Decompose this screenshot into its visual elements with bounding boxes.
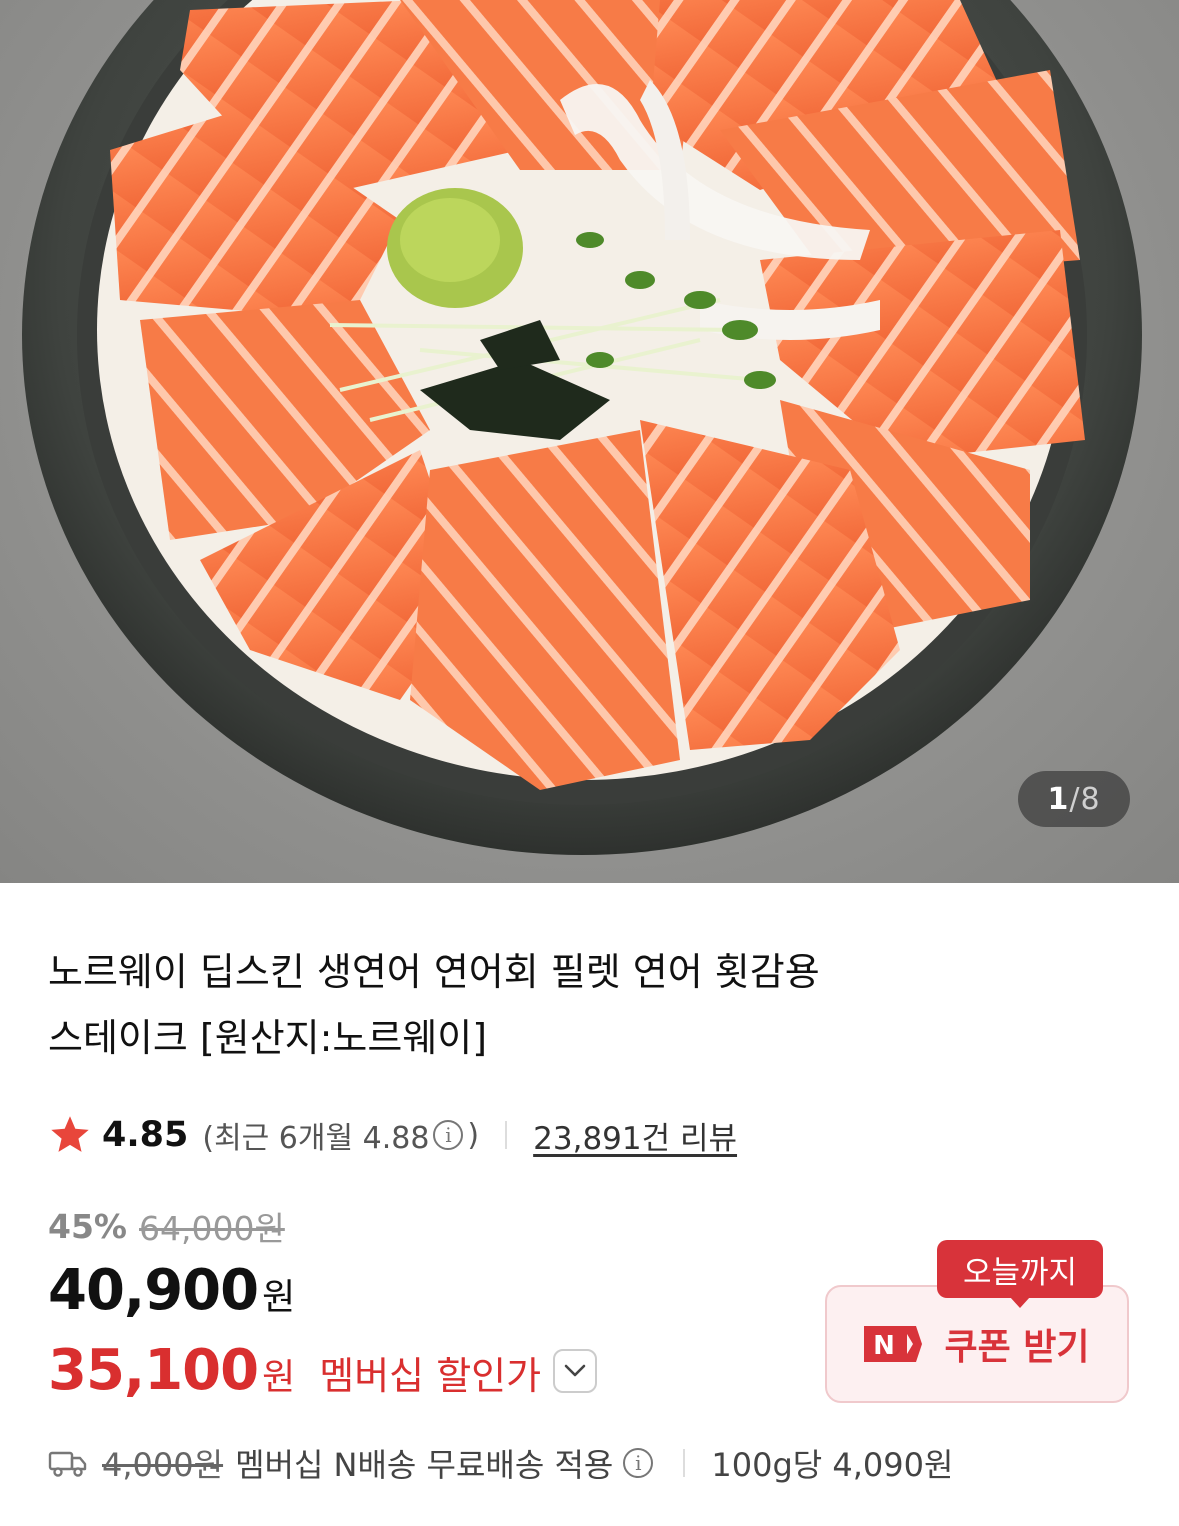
chevron-down-icon [564, 1364, 586, 1376]
divider [505, 1121, 508, 1149]
star-icon [51, 1116, 89, 1152]
sale-price-number: 40,900 [48, 1258, 259, 1323]
original-price: 64,000원 [139, 1209, 285, 1248]
discount-row: 45% 64,000원 [48, 1202, 285, 1250]
recent-rating: (최근 6개월 4.88 i ) [202, 1113, 479, 1157]
product-title-line1: 노르웨이 딥스킨 생연어 연어회 필렛 연어 횟감용 [48, 950, 820, 994]
recent-rating-text: (최근 6개월 4.88 [202, 1121, 430, 1156]
rating-row: 4.85 (최근 6개월 4.88 i ) 23,891건 리뷰 [48, 1112, 737, 1158]
shipping-info-icon[interactable]: i [623, 1448, 654, 1478]
shipping-original-fee: 4,000원 [102, 1446, 224, 1484]
salmon-bowl-photo [22, 0, 1142, 855]
image-counter: 1 / 8 [1018, 771, 1130, 827]
membership-price-expand-button[interactable] [553, 1348, 598, 1393]
delivery-truck-icon [48, 1451, 87, 1477]
product-title-line2: 스테이크 [원산지:노르웨이] [48, 1016, 488, 1060]
get-coupon-button[interactable]: N 쿠폰 받기 [825, 1285, 1129, 1403]
divider [683, 1449, 686, 1477]
membership-price-unit: 원 [262, 1357, 296, 1398]
product-image-gallery[interactable]: 1 / 8 [0, 0, 1179, 883]
product-title: 노르웨이 딥스킨 생연어 연어회 필렛 연어 횟감용 스테이크 [원산지:노르웨… [48, 939, 1048, 1071]
delivery-row: 4,000원 멤버십 N배송 무료배송 적용 i 100g당 4,090원 [48, 1440, 953, 1486]
sale-price: 40,900 원 [48, 1258, 295, 1323]
membership-price-label: 멤버십 할인가 [319, 1354, 542, 1398]
sale-price-unit: 원 [262, 1277, 296, 1318]
coupon-deadline-badge: 오늘까지 [937, 1240, 1103, 1308]
image-counter-current: 1 [1047, 781, 1070, 817]
image-counter-total: 8 [1080, 781, 1101, 817]
shipping-text: 멤버십 N배송 무료배송 적용 [235, 1446, 614, 1484]
get-coupon-label: 쿠폰 받기 [944, 1327, 1090, 1368]
svg-text:N: N [874, 1331, 896, 1361]
image-counter-separator: / [1069, 781, 1081, 817]
rating-score: 4.85 [102, 1115, 189, 1155]
recent-rating-close: ) [467, 1117, 480, 1153]
naver-n-logo-icon: N [864, 1326, 923, 1362]
membership-price-number: 35,100 [48, 1338, 259, 1403]
unit-price: 100g당 4,090원 [711, 1446, 954, 1484]
membership-price: 35,100 원 멤버십 할인가 [48, 1338, 598, 1403]
info-icon[interactable]: i [433, 1120, 464, 1150]
discount-percent: 45% [48, 1206, 127, 1246]
review-count-link[interactable]: 23,891건 리뷰 [533, 1113, 737, 1158]
